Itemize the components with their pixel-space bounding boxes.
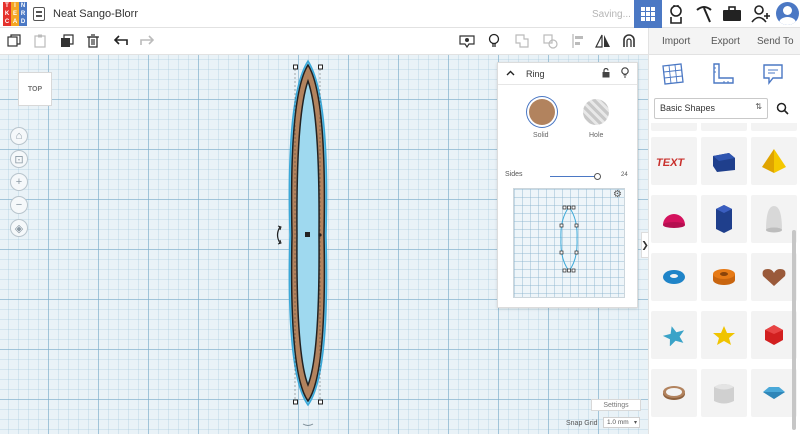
logo-letter: E <box>11 10 19 18</box>
solid-label: Solid <box>533 132 549 139</box>
collapse-chevron-icon[interactable] <box>506 68 515 78</box>
sides-slider-handle[interactable] <box>594 173 601 180</box>
light-bulb-visibility-icon[interactable] <box>621 67 629 81</box>
shapes-panel: Basic Shapes ⇅ TEXT <box>648 55 800 434</box>
lightbulb-hand-icon[interactable] <box>662 0 690 28</box>
shape-inspector: Ring Solid Hole Sides 24 ⚙ <box>497 62 638 308</box>
sides-value[interactable]: 24 <box>621 172 628 178</box>
avatar[interactable] <box>776 2 799 25</box>
shape-library-label: Basic Shapes <box>660 103 716 113</box>
shape-tile-polygon[interactable] <box>701 195 747 243</box>
mirror-icon[interactable] <box>594 32 612 50</box>
shape-tile-tube[interactable] <box>701 253 747 301</box>
search-icon[interactable] <box>772 98 793 119</box>
save-status: Saving... <box>592 9 631 20</box>
briefcase-icon[interactable] <box>718 0 746 28</box>
selected-ring-shape[interactable] <box>270 55 350 434</box>
view-cube[interactable]: TOP <box>18 72 52 106</box>
shape-tile-star[interactable] <box>651 311 697 359</box>
logo-letter: N <box>19 2 27 10</box>
shape-tile[interactable] <box>701 123 747 131</box>
shape-tile-round-roof[interactable] <box>701 369 747 417</box>
delete-icon[interactable] <box>84 32 102 50</box>
workplane-grid-icon[interactable] <box>661 62 685 86</box>
edit-toolbar <box>0 28 648 55</box>
copy-icon[interactable] <box>5 32 23 50</box>
shape-library-select[interactable]: Basic Shapes ⇅ <box>654 98 768 119</box>
shape-tile-text[interactable]: TEXT <box>651 137 697 185</box>
logo-letter: A <box>11 18 19 26</box>
shape-tile-star-thick[interactable] <box>701 311 747 359</box>
snap-grid-select[interactable]: 1.0 mm ▾ <box>603 417 640 428</box>
top-bar: TINKERCAD Neat Sango-Blorr Saving... <box>0 0 800 28</box>
redo-icon[interactable] <box>138 32 156 50</box>
shape-tile-pyramid[interactable] <box>751 137 797 185</box>
hole-swatch[interactable] <box>583 99 609 125</box>
hole-label: Hole <box>589 132 604 139</box>
tinkercad-logo[interactable]: TINKERCAD <box>3 2 27 26</box>
3d-design-grid-icon[interactable] <box>634 0 662 28</box>
snap-grid-label: Snap Grid <box>566 420 598 427</box>
lock-icon[interactable] <box>602 67 610 81</box>
zoom-in-icon[interactable]: + <box>10 173 28 191</box>
shape-tile-diamond[interactable] <box>751 369 797 417</box>
gear-icon[interactable]: ⚙ <box>613 189 622 200</box>
lightbulb-icon[interactable] <box>485 32 503 50</box>
export-bar: Import Export Send To <box>648 28 800 55</box>
updown-caret-icon: ⇅ <box>755 102 762 111</box>
inspector-header: Ring <box>498 63 637 85</box>
duplicate-icon[interactable] <box>58 32 76 50</box>
shape-tile-icosahedron[interactable] <box>751 311 797 359</box>
align-icon[interactable] <box>569 32 587 50</box>
undo-icon[interactable] <box>112 32 130 50</box>
preview-ring-outline <box>559 205 579 273</box>
shape-tile-paraboloid[interactable] <box>751 195 797 243</box>
expand-panel-icon[interactable]: ❯ <box>641 232 648 258</box>
settings-button[interactable]: Settings <box>591 399 641 411</box>
shape-panel-scrollbar[interactable] <box>792 230 796 430</box>
shape-tile-grid: TEXT <box>651 123 797 434</box>
pickaxe-icon[interactable] <box>690 0 718 28</box>
shape-tile-box[interactable] <box>701 137 747 185</box>
shape-tile-ring[interactable] <box>651 369 697 417</box>
logo-letter: T <box>3 2 11 10</box>
export-button[interactable]: Export <box>711 36 740 47</box>
sides-label: Sides <box>505 171 523 178</box>
shape-name: Ring <box>526 69 545 79</box>
logo-letter: D <box>19 18 27 26</box>
solid-color-swatch[interactable] <box>529 99 555 125</box>
design-list-icon[interactable] <box>33 7 45 21</box>
paste-icon[interactable] <box>31 32 49 50</box>
note-icon[interactable] <box>761 62 785 86</box>
snap-grid-value: 1.0 mm <box>607 419 629 426</box>
shape-tile-heart[interactable] <box>751 253 797 301</box>
ruler-icon[interactable] <box>711 62 735 86</box>
svg-text:TEXT: TEXT <box>656 157 685 169</box>
ungroup-icon[interactable] <box>541 32 559 50</box>
send-to-button[interactable]: Send To <box>757 36 794 47</box>
shape-tile[interactable] <box>751 123 797 131</box>
home-icon[interactable]: ⌂ <box>10 127 28 145</box>
logo-letter: R <box>19 10 27 18</box>
import-button[interactable]: Import <box>662 36 690 47</box>
sides-slider-track[interactable] <box>550 176 598 177</box>
logo-letter: K <box>3 10 11 18</box>
add-user-icon[interactable] <box>747 0 775 28</box>
document-title[interactable]: Neat Sango-Blorr <box>53 8 138 20</box>
logo-letter: I <box>11 2 19 10</box>
shape-preview: ⚙ <box>513 188 625 298</box>
shape-tile[interactable] <box>651 123 697 131</box>
logo-letter: C <box>3 18 11 26</box>
orthographic-icon[interactable]: ◈ <box>10 219 28 237</box>
workplane-magnet-icon[interactable] <box>620 32 638 50</box>
shape-tile-torus[interactable] <box>651 253 697 301</box>
shape-tile-half-sphere[interactable] <box>651 195 697 243</box>
camera-view-icon[interactable] <box>458 32 476 50</box>
group-icon[interactable] <box>513 32 531 50</box>
fit-view-icon[interactable]: ⊡ <box>10 150 28 168</box>
zoom-out-icon[interactable]: − <box>10 196 28 214</box>
caret-down-icon: ▾ <box>633 420 637 426</box>
